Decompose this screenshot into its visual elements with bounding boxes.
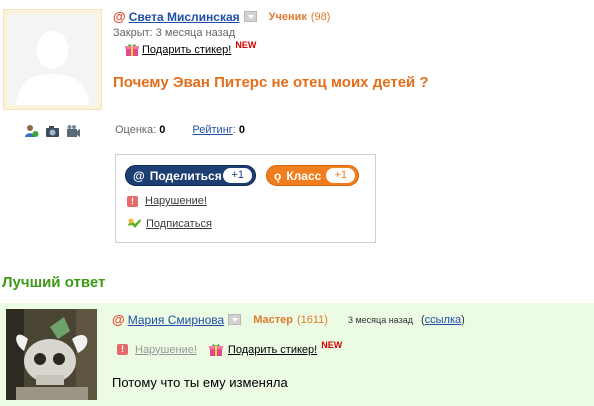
gift-sticker-link[interactable]: Подарить стикер! [142,44,231,56]
mail-at-icon: @ [113,9,126,24]
odnoklassniki-class-button[interactable]: ǫ Класс +1 [266,165,359,186]
rating-link[interactable]: Рейтинг [192,124,232,136]
warning-icon: ! [127,195,138,207]
answer-report-violation-link[interactable]: Нарушение! [135,344,197,356]
author-menu-dropdown-icon[interactable] [228,314,242,325]
warning-icon: ! [117,344,128,355]
best-answer-heading: Лучший ответ [2,274,106,291]
answer-permalink: (ссылка) [421,314,465,326]
question-gift-sticker: Подарить стикер! NEW [125,39,257,56]
mail-at-icon: @ [112,312,125,327]
new-badge: NEW [235,39,257,50]
answer-actions: ! Нарушение! Подарить стикер! NEW [117,339,343,356]
score-value: 0 [159,124,166,136]
answer-gift-sticker-link[interactable]: Подарить стикер! [228,344,317,356]
user-status-icon[interactable] [24,124,39,138]
mail-share-label: Поделиться [149,168,222,183]
question-violation: ! Нарушение! [127,195,207,207]
photo-camera-icon[interactable] [45,124,60,138]
new-badge: NEW [321,339,343,350]
skull-butterfly-avatar-image [6,309,97,400]
gift-icon [208,344,223,356]
answer-permalink-link[interactable]: ссылка [425,314,462,326]
score-label: Оценка: [115,124,157,136]
answer-author-line: @ Мария Смирнова Мастер (1611) 3 месяца … [112,312,465,327]
question-author-avatar[interactable] [8,14,97,105]
default-avatar-icon [8,14,97,105]
answer-author-rank: Мастер [253,313,293,326]
best-answer-text: Потому что ты ему изменяла [112,375,288,390]
question-title: Почему Эван Питерс не отец моих детей ? [113,74,429,91]
answer-author-points: (1611) [296,313,328,326]
mail-share-button[interactable]: @ Поделиться +1 [125,165,256,186]
mail-share-count: +1 [223,168,252,183]
answer-author-link[interactable]: Мария Смирнова [128,313,225,327]
question-subscribe: Подписаться [127,217,212,230]
odnoklassniki-icon: ǫ [274,168,282,183]
question-author-line: @ Света Мислинская Ученик (98) [113,9,330,24]
question-author-points: (98) [310,10,331,23]
share-box: @ Поделиться +1 ǫ Класс +1 ! Нарушение! … [115,154,376,243]
answer-time: 3 месяца назад [347,314,413,325]
question-author-avatar-frame [3,9,102,110]
author-menu-dropdown-icon[interactable] [243,11,257,22]
rating-colon: : [232,124,236,136]
answer-author-avatar[interactable] [6,309,97,400]
question-status: Закрыт: 3 месяца назад [113,27,236,39]
permalink-close-paren: ) [461,313,465,326]
subscribe-link[interactable]: Подписаться [146,218,212,230]
report-violation-link[interactable]: Нарушение! [145,195,207,207]
question-author-rank: Ученик [268,10,307,23]
mail-at-icon: @ [133,168,145,183]
odnoklassniki-class-count: +1 [326,168,355,183]
question-author-link[interactable]: Света Мислинская [129,10,240,24]
odnoklassniki-class-label: Класс [286,168,322,183]
gift-icon [125,44,139,56]
question-score-line: Оценка: 0 Рейтинг: 0 [115,124,245,136]
rating-value: 0 [238,124,246,136]
subscribe-icon [128,218,141,228]
best-answer-panel: @ Мария Смирнова Мастер (1611) 3 месяца … [0,303,594,406]
video-camera-icon[interactable] [66,124,81,138]
profile-icons [24,124,81,138]
